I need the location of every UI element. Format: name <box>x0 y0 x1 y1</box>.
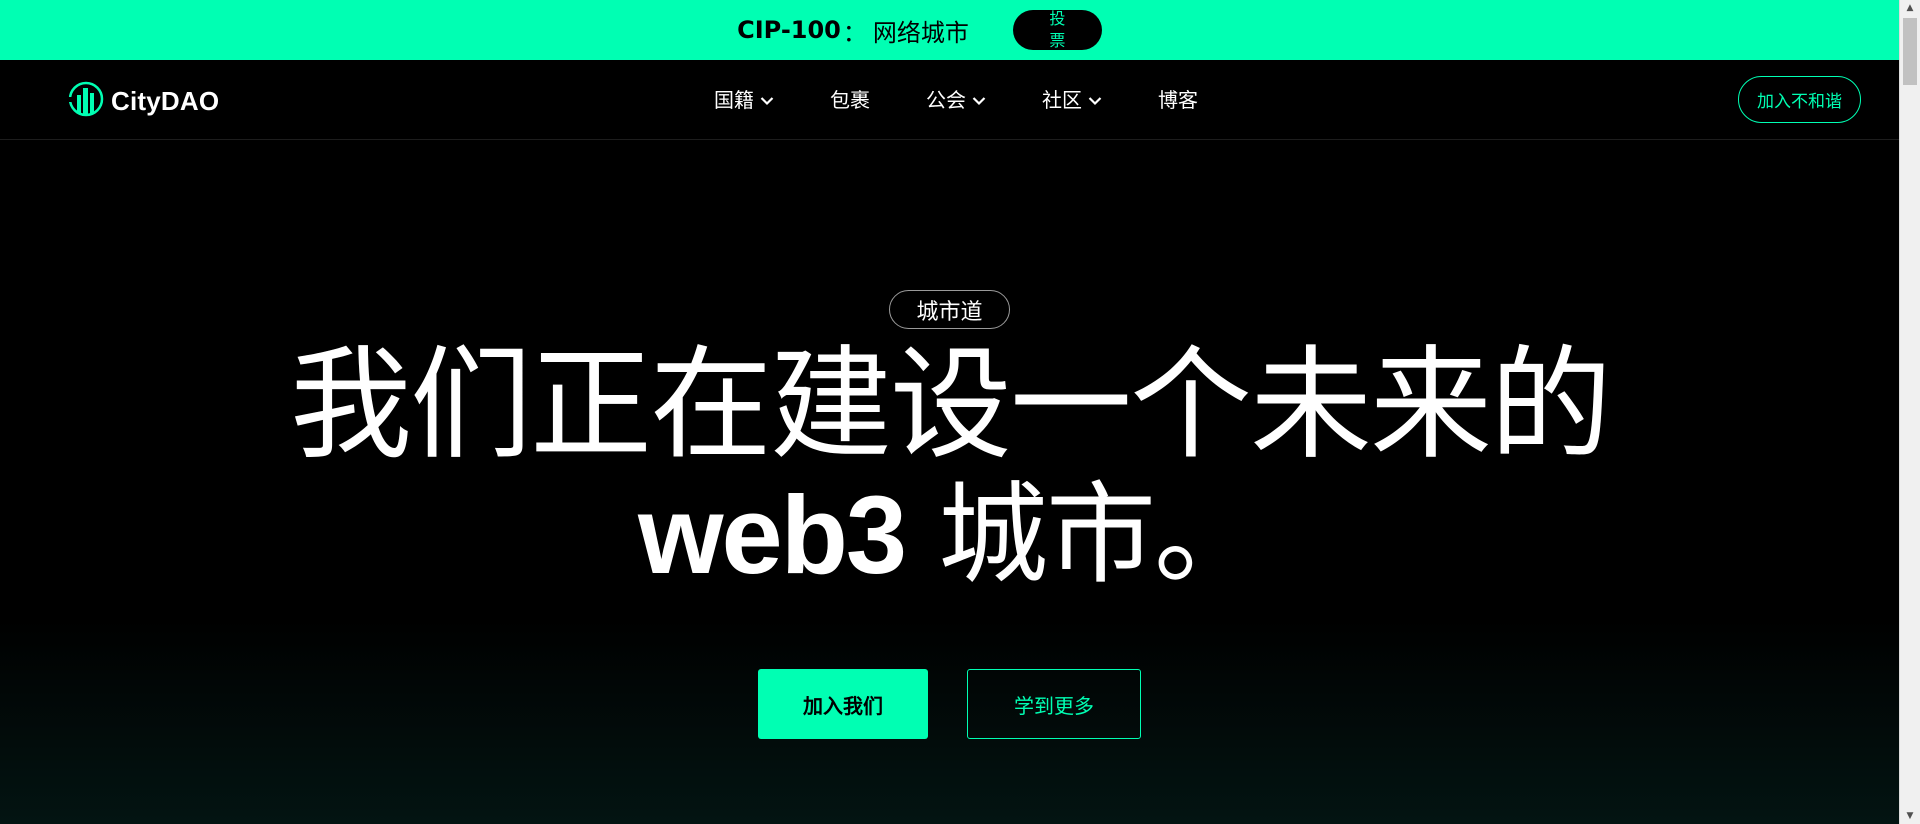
logo-text: CityDAO <box>111 85 220 116</box>
vote-button-line-1: 投 <box>1049 10 1066 28</box>
nav-item-label: 博客 <box>1158 88 1198 112</box>
scroll-thumb[interactable] <box>1903 18 1917 85</box>
nav-item-blog[interactable]: 博客 <box>1158 84 1198 113</box>
vote-button[interactable]: 投 票 <box>1012 10 1102 50</box>
nav-item-parcel[interactable]: 包裹 <box>830 84 870 113</box>
nav-item-label: 社区 <box>1042 88 1082 112</box>
nav-item-nationality[interactable]: 国籍 <box>714 84 774 113</box>
join-us-button[interactable]: 加入我们 <box>758 669 928 739</box>
citydao-logo-icon <box>67 80 105 122</box>
nav-item-label: 包裹 <box>830 88 870 112</box>
logo[interactable]: CityDAO <box>67 80 219 122</box>
learn-more-button[interactable]: 学到更多 <box>967 669 1141 739</box>
nav-item-community[interactable]: 社区 <box>1042 84 1102 113</box>
scroll-down-arrow-icon[interactable]: ▼ <box>1900 808 1920 824</box>
proposal-title: 网络城市 <box>872 18 969 47</box>
hero-badge: 城市道 <box>889 290 1010 329</box>
scroll-up-arrow-icon[interactable]: ▲ <box>1900 0 1920 16</box>
nav-item-label: 国籍 <box>714 88 754 112</box>
vote-button-line-2: 票 <box>1049 31 1066 50</box>
announcement-banner: CIP-100 ： 网络城市 投 票 <box>0 0 1899 60</box>
chevron-down-icon <box>760 87 774 111</box>
page: CIP-100 ： 网络城市 投 票 CityDAO 国籍 包裹 公会 社区 博… <box>0 0 1920 824</box>
vertical-scrollbar[interactable]: ▲ ▼ <box>1899 0 1920 824</box>
chevron-down-icon <box>1088 87 1102 111</box>
nav-item-label: 公会 <box>926 88 966 112</box>
navbar: CityDAO 国籍 包裹 公会 社区 博客 加入不和谐 <box>0 60 1899 140</box>
main-nav: 国籍 包裹 公会 社区 博客 <box>714 84 1198 113</box>
hero-title-line-2: web3 城市。 <box>250 475 1650 596</box>
proposal-code: CIP-100 <box>737 16 841 44</box>
banner-separator: ： <box>842 18 867 47</box>
hero-title-line-1: 我们正在建设一个未来的 <box>290 334 1612 476</box>
nav-item-guilds[interactable]: 公会 <box>926 84 986 113</box>
hero-title: 我们正在建设一个未来的 web3 城市。 <box>250 335 1650 596</box>
hero-title-web3: web3 <box>637 474 907 597</box>
banner-text: CIP-100 ： 网络城市 <box>737 13 969 48</box>
hero-title-city: 城市。 <box>905 471 1264 599</box>
chevron-down-icon <box>972 87 986 111</box>
join-discord-button[interactable]: 加入不和谐 <box>1738 76 1861 123</box>
